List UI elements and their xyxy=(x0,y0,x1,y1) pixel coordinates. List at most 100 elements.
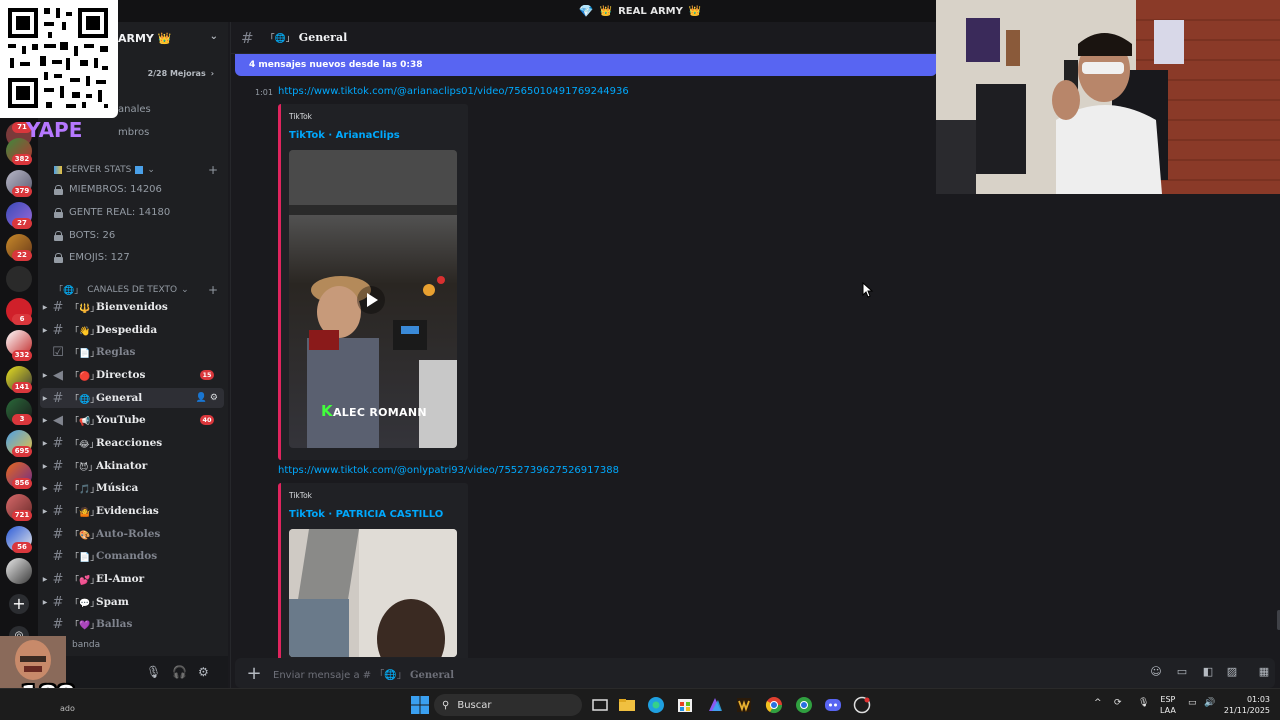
caret-right-icon: ▶ xyxy=(42,439,48,447)
mention-badge: 332 xyxy=(12,350,32,361)
channel-emoji: 「🌐」 xyxy=(265,34,295,44)
emoji-icon[interactable]: ☺ xyxy=(1149,666,1163,678)
hash-icon: # xyxy=(52,594,64,610)
clock-date: 21/11/2025 xyxy=(1223,706,1270,715)
discord-icon[interactable] xyxy=(823,695,843,715)
embed-title[interactable]: TikTok · ArianaClips xyxy=(289,130,400,141)
server-icon[interactable] xyxy=(6,266,32,292)
chevron-down-icon[interactable]: ⌄ xyxy=(210,31,218,42)
chrome-profile-icon[interactable] xyxy=(794,695,814,715)
invite-icon[interactable]: 👤 xyxy=(196,393,207,403)
stat-row[interactable]: BOTS: 26 xyxy=(54,230,115,241)
gear-icon[interactable]: ⚙ xyxy=(198,665,209,679)
channel-emoji: 「🔱」 xyxy=(70,303,100,314)
channel-evidencias[interactable]: ▶ # 「🤷」 Evidencias xyxy=(40,501,224,521)
microphone-icon[interactable]: 🎙 xyxy=(146,665,161,679)
channel-youtube[interactable]: ▶ ◀ 「📢」 YouTube 40 xyxy=(40,410,224,430)
taskbar-widget-label[interactable]: ado xyxy=(60,704,75,713)
embed-provider: TikTok xyxy=(289,491,313,500)
video-thumbnail[interactable]: KALEC ROMANN xyxy=(289,150,457,448)
edge-icon[interactable] xyxy=(646,695,666,715)
obs-icon[interactable] xyxy=(852,695,872,715)
channel-el-amor[interactable]: ▶ # 「💕」 El-Amor xyxy=(40,569,224,589)
video-thumbnail[interactable] xyxy=(289,529,457,657)
channel-reglas[interactable]: ☑ 「📄」 Reglas xyxy=(40,342,224,362)
apps-icon[interactable]: ▦ xyxy=(1257,666,1271,678)
mention-badge: 721 xyxy=(12,510,32,521)
message-link[interactable]: https://www.tiktok.com/@arianaclips01/vi… xyxy=(278,86,629,97)
language-indicator[interactable]: ESP LAA xyxy=(1160,694,1176,716)
category-text-channels[interactable]: 「🌐」 CANALES DE TEXTO ⌄ + xyxy=(54,283,218,297)
store-icon[interactable] xyxy=(675,695,695,715)
sticker-icon[interactable]: ◧ xyxy=(1201,666,1215,678)
channel-despedida[interactable]: ▶ # 「👋」 Despedida xyxy=(40,320,224,340)
taskbar-search[interactable]: ⚲ Buscar xyxy=(434,694,582,716)
gear-icon[interactable]: ⚙ xyxy=(210,393,218,403)
microphone-icon[interactable]: 🎙 xyxy=(1138,698,1149,708)
yape-logo: YAPE xyxy=(26,118,83,142)
channel-general[interactable]: ▶ # 「🌐」 General 👤 ⚙ xyxy=(40,388,224,408)
windows-start-icon[interactable] xyxy=(410,695,430,715)
video-frame xyxy=(289,529,457,657)
mention-badge: 856 xyxy=(12,478,32,489)
network-icon[interactable]: ▭ xyxy=(1188,698,1197,708)
system-clock[interactable]: 01:03 21/11/2025 xyxy=(1224,694,1270,716)
diamond-icon: 💎 xyxy=(578,4,594,18)
channel-emoji: 「😂」 xyxy=(70,439,99,450)
chrome-icon[interactable] xyxy=(764,695,784,715)
caret-right-icon: ▶ xyxy=(42,326,48,334)
webcam-overlay xyxy=(936,0,1280,194)
category-server-stats[interactable]: SERVER STATS ⌄ + xyxy=(54,163,218,177)
channel-name: General xyxy=(96,392,143,404)
channel-emoji: 「🎵」 xyxy=(70,484,100,495)
message-link[interactable]: https://www.tiktok.com/@onlypatri93/vide… xyxy=(278,465,619,476)
add-server-icon[interactable]: + xyxy=(9,594,29,614)
nav-members[interactable]: mbros xyxy=(118,127,149,138)
channel-spam[interactable]: ▶ # 「💬」 Spam xyxy=(40,592,224,612)
file-explorer-icon[interactable] xyxy=(617,695,637,715)
stat-row[interactable]: GENTE REAL: 14180 xyxy=(54,207,170,218)
chevron-up-icon[interactable]: ^ xyxy=(1094,698,1102,708)
game-launcher-icon[interactable] xyxy=(734,695,754,715)
message-composer[interactable]: + Enviar mensaje a # 「🌐」 General ☺ ▭ ◧ ▨… xyxy=(235,658,1275,688)
channel-name: El-Amor xyxy=(96,573,145,585)
stat-row[interactable]: EMOJIS: 127 xyxy=(54,252,130,263)
voice-channel-name: banda xyxy=(72,640,101,650)
window-title: REAL ARMY xyxy=(618,5,683,17)
add-channel-icon[interactable]: + xyxy=(208,163,218,177)
caret-right-icon: ▶ xyxy=(42,462,48,470)
language-code: ESP xyxy=(1160,695,1176,704)
add-attachment-icon[interactable]: + xyxy=(235,663,273,684)
channel-emoji: 「🌐」 xyxy=(70,394,100,405)
task-view-icon[interactable] xyxy=(590,695,610,715)
channel-comandos[interactable]: # 「📄」 Comandos xyxy=(40,546,224,566)
channel-emoji: 「📢」 xyxy=(70,416,100,427)
stat-row[interactable]: MIEMBROS: 14206 xyxy=(54,184,162,195)
channel-akinator[interactable]: ▶ # 「😈」 Akinator xyxy=(40,456,224,476)
sync-icon[interactable]: ⟳ xyxy=(1114,698,1122,708)
new-messages-bar[interactable]: 4 mensajes nuevos desde las 0:38 xyxy=(235,54,937,76)
nav-channels[interactable]: anales xyxy=(118,104,151,115)
gif-icon[interactable]: ▭ xyxy=(1175,666,1189,678)
channel-ballas[interactable]: # 「💜」 Ballas xyxy=(40,614,224,634)
channel-bienvenidos[interactable]: ▶ # 「🔱」 Bienvenidos xyxy=(40,297,224,317)
hash-icon: # xyxy=(52,616,64,632)
search-icon: ⚲ xyxy=(442,699,450,711)
channel-name: Despedida xyxy=(96,324,158,336)
channel-emoji: 「💜」 xyxy=(70,620,100,631)
channel-auto-roles[interactable]: # 「🎨」 Auto-Roles xyxy=(40,524,224,544)
mention-badge: 379 xyxy=(12,186,32,197)
embed-title[interactable]: TikTok · PATRICIA CASTILLO xyxy=(289,509,443,520)
channel-reacciones[interactable]: ▶ # 「😂」 Reacciones xyxy=(40,433,224,453)
volume-icon[interactable]: 🔊 xyxy=(1204,698,1215,708)
channel-directos[interactable]: ▶ ◀ 「🔴」 Directos 15 xyxy=(40,365,224,385)
copilot-icon[interactable] xyxy=(705,695,725,715)
headphones-icon[interactable]: 🎧 xyxy=(172,665,187,679)
voice-channel-row[interactable]: banda xyxy=(38,640,228,654)
server-icon[interactable] xyxy=(6,558,32,584)
image-icon[interactable]: ▨ xyxy=(1225,666,1239,678)
channel-musica[interactable]: ▶ # 「🎵」 Música xyxy=(40,478,224,498)
chevron-right-icon: › xyxy=(210,68,214,78)
qr-image xyxy=(8,8,108,108)
add-channel-icon[interactable]: + xyxy=(208,283,218,297)
